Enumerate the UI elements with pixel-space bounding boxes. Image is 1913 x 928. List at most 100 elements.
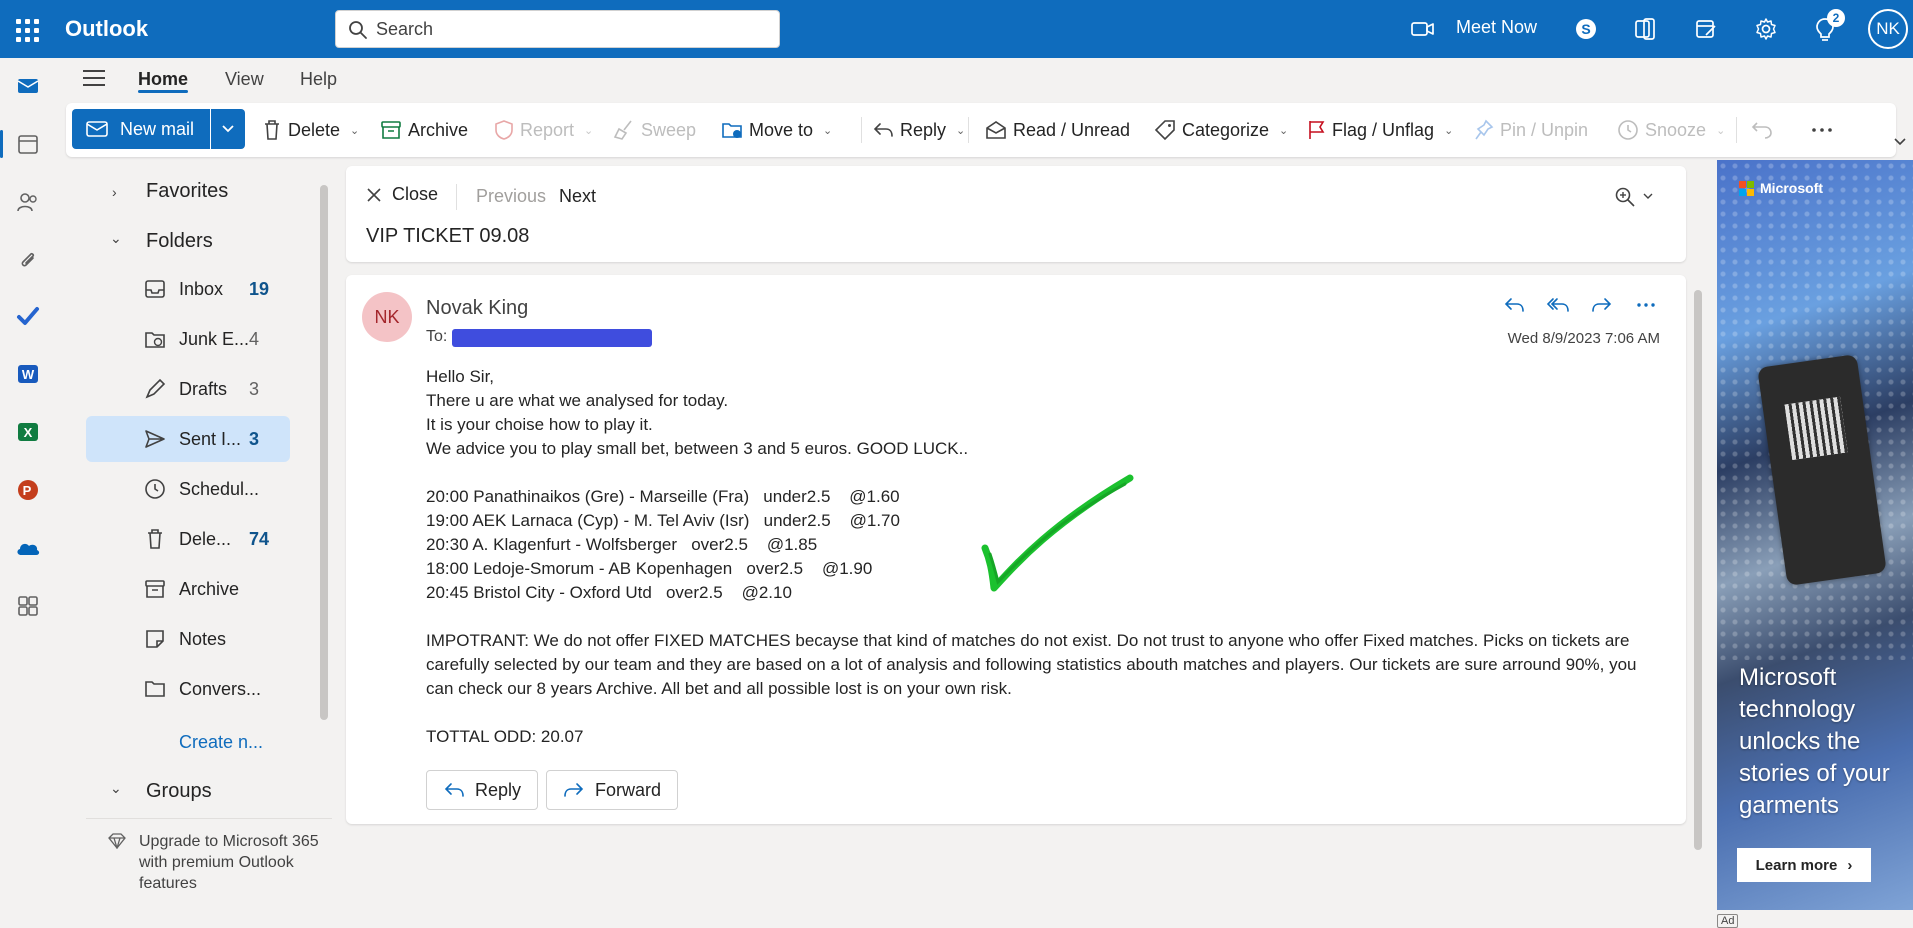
- delete-button[interactable]: Delete ⌄: [262, 117, 359, 143]
- flag-unflag-label: Flag / Unflag: [1332, 119, 1435, 140]
- folder-inbox[interactable]: Inbox 19: [86, 266, 290, 312]
- zoom-icon[interactable]: [1614, 186, 1660, 208]
- todo-icon[interactable]: [14, 302, 42, 330]
- tab-view[interactable]: View: [225, 69, 264, 90]
- search-input[interactable]: [376, 11, 766, 47]
- reply-toolbar-button[interactable]: Reply ⌄: [872, 117, 965, 143]
- folder-archive[interactable]: Archive: [86, 566, 290, 612]
- people-icon[interactable]: [14, 188, 42, 216]
- word-icon[interactable]: W: [14, 360, 42, 388]
- folder-deleted[interactable]: Dele... 74: [86, 516, 290, 562]
- reply-button[interactable]: Reply: [426, 770, 539, 810]
- create-new-folder-link[interactable]: Create n...: [179, 732, 263, 753]
- chevron-down-icon[interactable]: ⌄: [110, 230, 122, 247]
- onedrive-icon[interactable]: [14, 534, 42, 562]
- ad-headline: Microsoft technology unlocks the stories…: [1739, 664, 1890, 819]
- collapse-ribbon-icon[interactable]: [1893, 137, 1907, 147]
- tab-help[interactable]: Help: [300, 69, 337, 90]
- toolbar-divider: [861, 117, 862, 143]
- settings-gear-icon[interactable]: [1752, 15, 1780, 43]
- sender-avatar[interactable]: NK: [362, 292, 412, 342]
- new-mail-dropdown[interactable]: [211, 109, 245, 149]
- new-mail-label: New mail: [120, 119, 195, 139]
- next-button[interactable]: Next: [559, 186, 596, 207]
- folder-sent-items[interactable]: Sent I... 3: [86, 416, 290, 462]
- snooze-label: Snooze: [1645, 119, 1707, 140]
- search-icon: [349, 21, 367, 39]
- report-label: Report: [520, 119, 575, 140]
- calendar-icon[interactable]: [14, 130, 42, 158]
- reply-all-icon[interactable]: [1544, 291, 1572, 319]
- undo-icon: [1751, 122, 1772, 139]
- search-box[interactable]: [335, 10, 780, 48]
- pin-unpin-button[interactable]: Pin / Unpin: [1474, 117, 1588, 143]
- more-apps-icon[interactable]: [14, 592, 42, 620]
- app-brand[interactable]: Outlook: [65, 16, 148, 42]
- pin-unpin-label: Pin / Unpin: [1500, 119, 1589, 140]
- move-to-button[interactable]: Move to ⌄: [721, 117, 832, 143]
- video-camera-icon[interactable]: [1410, 16, 1436, 42]
- user-avatar[interactable]: NK: [1868, 9, 1908, 49]
- archive-button[interactable]: Archive: [380, 117, 468, 143]
- folders-header[interactable]: Folders: [146, 230, 213, 253]
- previous-button[interactable]: Previous: [476, 186, 546, 207]
- meet-now-button[interactable]: Meet Now: [1456, 17, 1537, 38]
- undo-button[interactable]: [1751, 117, 1773, 143]
- inbox-icon: [145, 280, 165, 298]
- sent-icon: [145, 430, 165, 448]
- folder-conversation-history[interactable]: Convers...: [86, 666, 290, 712]
- learn-more-label: Learn more: [1755, 856, 1838, 874]
- mail-icon[interactable]: [14, 72, 42, 100]
- upgrade-banner[interactable]: Upgrade to Microsoft 365 with premium Ou…: [86, 818, 332, 928]
- forward-button[interactable]: Forward: [546, 770, 679, 810]
- read-unread-button[interactable]: Read / Unread: [985, 117, 1130, 143]
- trash-icon: [148, 529, 162, 549]
- reading-pane-scrollbar[interactable]: [1694, 290, 1702, 850]
- upgrade-text: Upgrade to Microsoft 365 with premium Ou…: [139, 833, 319, 892]
- attachment-icon[interactable]: [14, 246, 42, 274]
- reply-icon[interactable]: [1500, 291, 1528, 319]
- chevron-down-icon: ⌄: [350, 124, 360, 137]
- green-checkmark-drawing: [981, 474, 1134, 592]
- folder-scheduled[interactable]: Schedul...: [86, 466, 290, 512]
- ad-brand: Microsoft: [1760, 180, 1823, 196]
- new-mail-button[interactable]: New mail: [72, 109, 210, 149]
- categorize-button[interactable]: Categorize ⌄: [1154, 117, 1288, 143]
- chevron-right-icon[interactable]: ›: [112, 184, 117, 200]
- folder-icon: [145, 681, 165, 697]
- chevron-down-icon[interactable]: ⌄: [110, 780, 122, 797]
- todo-calendar-icon[interactable]: [1692, 15, 1720, 43]
- advertisement-banner[interactable]: Microsoft Microsoft technology unlocks t…: [1717, 160, 1913, 910]
- item-count: 4: [249, 329, 260, 349]
- folder-drafts[interactable]: Drafts 3: [86, 366, 290, 412]
- flag-unflag-button[interactable]: Flag / Unflag ⌄: [1306, 117, 1453, 143]
- to-label: To:: [426, 328, 448, 345]
- office-icon[interactable]: [1631, 15, 1659, 43]
- app-launcher-icon[interactable]: [13, 16, 39, 42]
- ad-tag: Ad: [1717, 914, 1739, 928]
- powerpoint-icon[interactable]: P: [14, 476, 42, 504]
- folder-junk[interactable]: Junk E... 4: [86, 316, 290, 362]
- hamburger-menu-icon[interactable]: [83, 70, 105, 88]
- folder-pane-scrollbar[interactable]: [320, 185, 328, 720]
- folder-pane: › Favorites ⌄ Folders Inbox 19 Junk E...…: [86, 168, 334, 928]
- more-options-button[interactable]: [1811, 117, 1833, 143]
- broom-icon: [613, 120, 632, 140]
- forward-icon[interactable]: [1588, 291, 1616, 319]
- close-button[interactable]: Close: [366, 184, 438, 205]
- sender-name[interactable]: Novak King: [426, 297, 528, 320]
- skype-icon[interactable]: S: [1572, 15, 1600, 43]
- more-actions-icon[interactable]: [1632, 291, 1660, 319]
- excel-icon[interactable]: X: [14, 418, 42, 446]
- forward-icon: [564, 783, 584, 797]
- learn-more-button[interactable]: Learn more ›: [1737, 848, 1871, 882]
- sweep-button[interactable]: Sweep: [613, 117, 696, 143]
- pin-icon: [1475, 119, 1494, 140]
- groups-header[interactable]: Groups: [146, 780, 212, 803]
- snooze-button[interactable]: Snooze ⌄: [1617, 117, 1725, 143]
- tab-home[interactable]: Home: [138, 69, 188, 90]
- report-button[interactable]: Report ⌄: [494, 117, 593, 143]
- folder-notes[interactable]: Notes: [86, 616, 290, 662]
- favorites-header[interactable]: Favorites: [146, 180, 228, 203]
- rail-active-indicator: [0, 130, 3, 158]
